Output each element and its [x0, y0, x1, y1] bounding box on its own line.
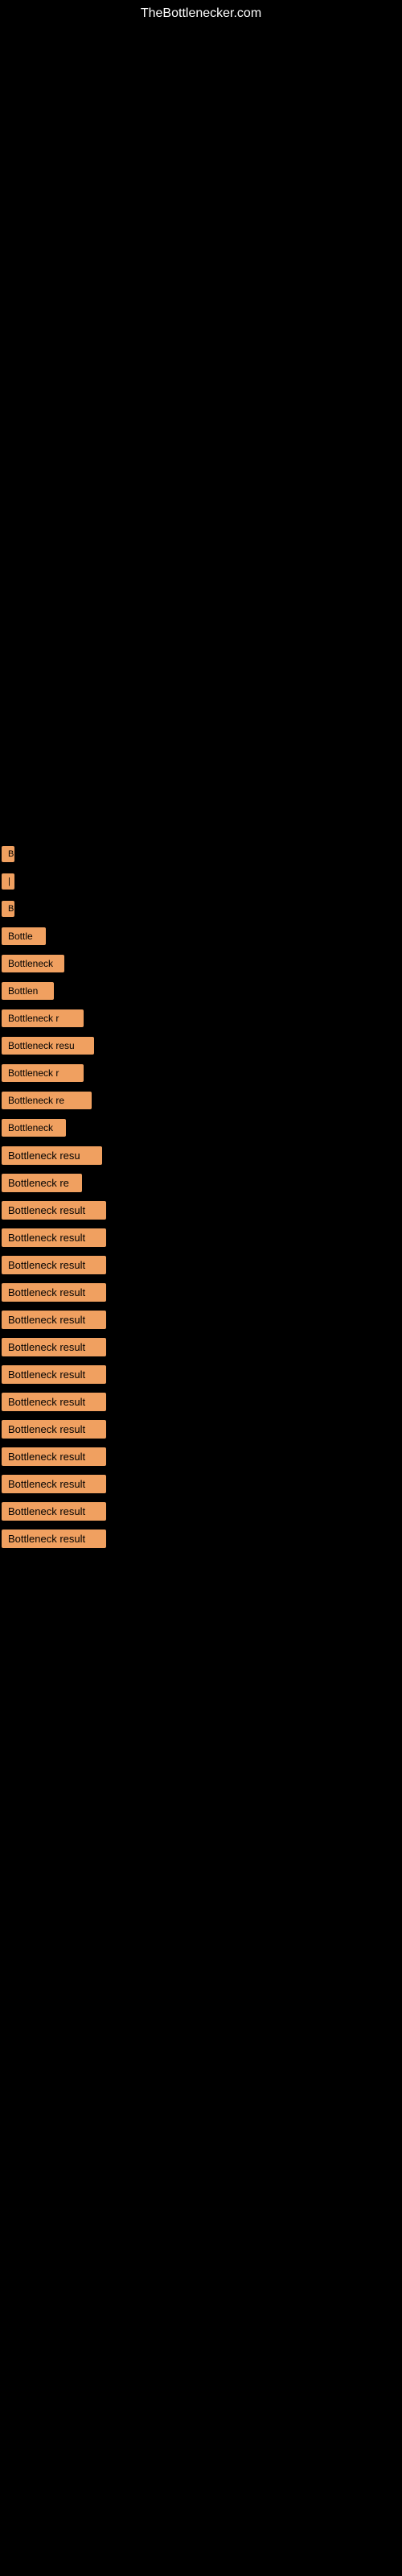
bottleneck-result-badge: Bottleneck result — [2, 1311, 106, 1329]
list-item: Bottleneck result — [0, 1447, 402, 1470]
list-item: Bottleneck result — [0, 1311, 402, 1333]
list-item: Bottleneck result — [0, 1338, 402, 1360]
list-item: B — [0, 845, 402, 868]
bottleneck-result-badge: B — [2, 846, 14, 862]
bottleneck-result-badge: Bottleneck result — [2, 1502, 106, 1521]
list-item: Bottleneck r — [0, 1009, 402, 1032]
bottleneck-result-badge: | — [2, 873, 14, 890]
list-item: Bottleneck resu — [0, 1037, 402, 1059]
bottleneck-result-badge: Bottleneck — [2, 955, 64, 972]
bottleneck-result-badge: Bottleneck re — [2, 1174, 82, 1192]
list-item: | — [0, 873, 402, 895]
list-item: Bottlen — [0, 982, 402, 1005]
bottleneck-result-badge: Bottleneck r — [2, 1009, 84, 1027]
bottleneck-result-badge: Bottleneck result — [2, 1201, 106, 1220]
list-item: B — [0, 900, 402, 923]
bottleneck-result-badge: Bottleneck resu — [2, 1037, 94, 1055]
bottleneck-result-badge: Bottleneck r — [2, 1064, 84, 1082]
bottleneck-result-badge: Bottleneck result — [2, 1283, 106, 1302]
list-item: Bottleneck result — [0, 1365, 402, 1388]
list-item: Bottleneck — [0, 955, 402, 977]
bottleneck-result-badge: Bottleneck re — [2, 1092, 92, 1109]
bottleneck-result-badge: Bottleneck result — [2, 1256, 106, 1274]
bottleneck-result-badge: Bottle — [2, 927, 46, 945]
list-item: Bottleneck result — [0, 1530, 402, 1552]
list-item: Bottleneck result — [0, 1228, 402, 1251]
list-item: Bottleneck r — [0, 1064, 402, 1087]
list-item: Bottle — [0, 927, 402, 950]
bottleneck-result-badge: B — [2, 901, 14, 917]
bottleneck-result-badge: Bottleneck result — [2, 1338, 106, 1356]
list-item: Bottleneck result — [0, 1201, 402, 1224]
bottleneck-result-badge: Bottleneck resu — [2, 1146, 102, 1165]
list-item: Bottleneck result — [0, 1256, 402, 1278]
bottleneck-result-badge: Bottleneck result — [2, 1530, 106, 1548]
bottleneck-result-badge: Bottleneck result — [2, 1393, 106, 1411]
bottleneck-result-badge: Bottleneck result — [2, 1447, 106, 1466]
list-item: Bottleneck result — [0, 1283, 402, 1306]
list-item: Bottleneck resu — [0, 1146, 402, 1169]
list-item: Bottleneck result — [0, 1475, 402, 1497]
bottleneck-result-badge: Bottlen — [2, 982, 54, 1000]
bottleneck-result-badge: Bottleneck result — [2, 1475, 106, 1493]
bottleneck-result-badge: Bottleneck result — [2, 1228, 106, 1247]
list-item: Bottleneck — [0, 1119, 402, 1141]
list-item: Bottleneck re — [0, 1174, 402, 1196]
bottleneck-result-badge: Bottleneck — [2, 1119, 66, 1137]
site-title: TheBottlenecker.com — [141, 6, 261, 21]
list-item: Bottleneck result — [0, 1393, 402, 1415]
bottleneck-result-badge: Bottleneck result — [2, 1365, 106, 1384]
list-item: Bottleneck result — [0, 1502, 402, 1525]
bottleneck-items-container: B | B Bottle Bottleneck Bottlen Bottleneck r Bo… — [0, 845, 402, 1557]
list-item: Bottleneck result — [0, 1420, 402, 1443]
list-item: Bottleneck re — [0, 1092, 402, 1114]
bottleneck-result-badge: Bottleneck result — [2, 1420, 106, 1439]
